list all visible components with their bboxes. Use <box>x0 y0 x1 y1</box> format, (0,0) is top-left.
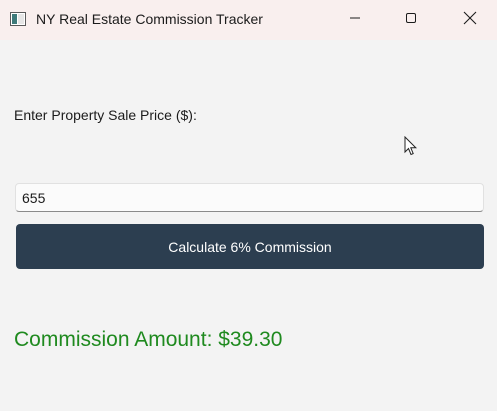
calculate-commission-button[interactable]: Calculate 6% Commission <box>16 224 484 269</box>
minimize-icon <box>349 11 361 29</box>
sale-price-input[interactable] <box>15 183 484 212</box>
maximize-button[interactable] <box>388 0 434 40</box>
close-button[interactable] <box>447 0 493 40</box>
close-icon <box>463 11 477 30</box>
app-window: NY Real Estate Commission Tracker Enter … <box>0 0 497 411</box>
mouse-cursor-icon <box>404 135 418 156</box>
app-icon <box>10 12 26 26</box>
title-bar[interactable]: NY Real Estate Commission Tracker <box>0 0 497 40</box>
minimize-button[interactable] <box>332 0 378 40</box>
commission-result: Commission Amount: $39.30 <box>14 328 283 351</box>
maximize-icon <box>405 11 417 29</box>
sale-price-label: Enter Property Sale Price ($): <box>14 107 197 123</box>
window-title: NY Real Estate Commission Tracker <box>36 11 263 27</box>
